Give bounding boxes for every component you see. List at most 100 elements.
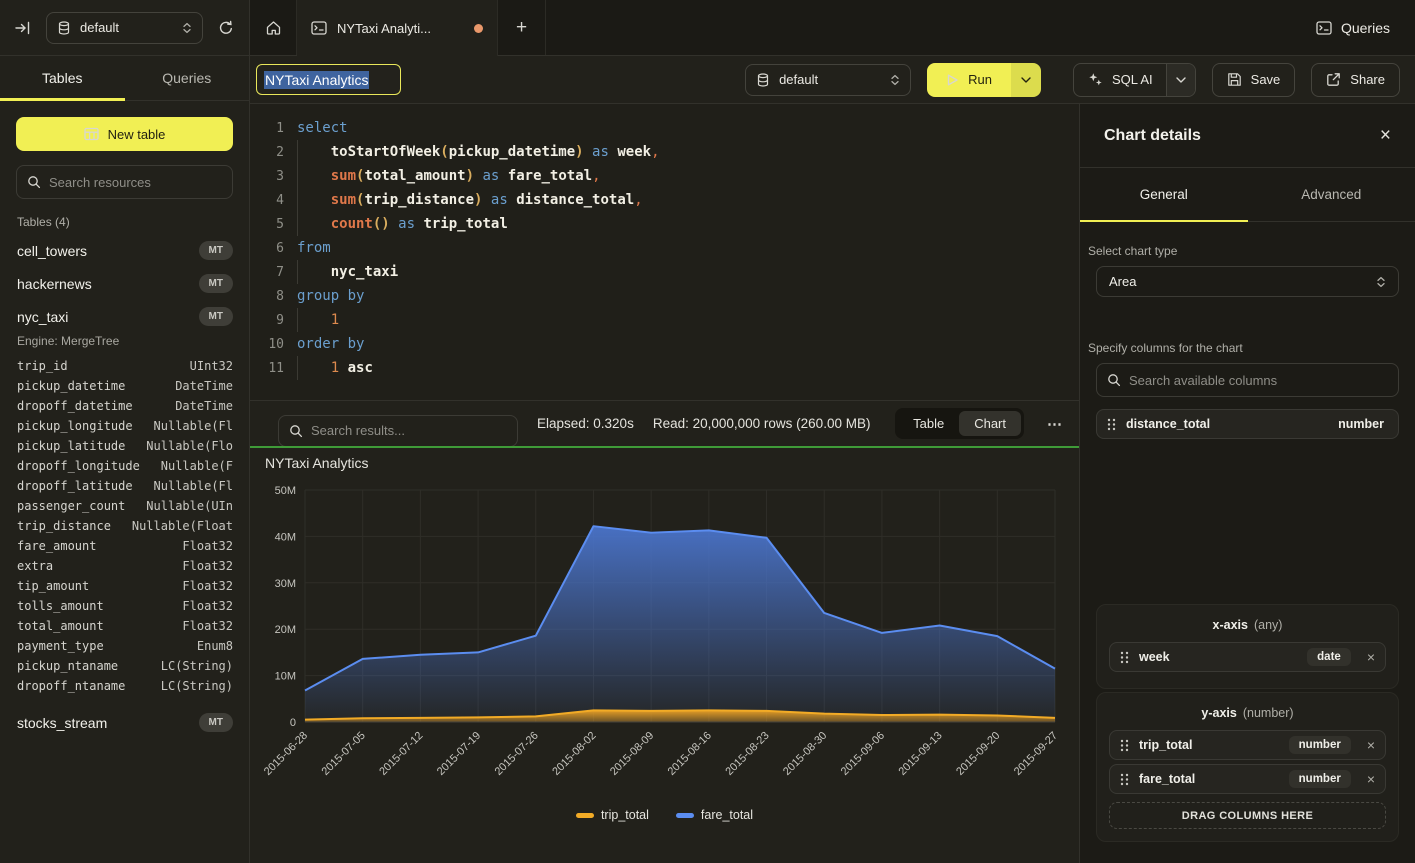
table-row[interactable]: cell_towersMT [17,234,233,267]
code-line[interactable]: 7 nyc_taxi [250,260,1079,284]
code-line[interactable]: 6from [250,236,1079,260]
chart-panel: NYTaxi Analytics 010M20M30M40M50M2015-06… [250,448,1079,863]
column-row[interactable]: trip_idUInt32 [17,356,233,376]
drag-grip-icon [1107,418,1116,431]
column-row[interactable]: dropoff_longitudeNullable(F [17,456,233,476]
sql-ai-button[interactable]: SQL AI [1073,63,1196,97]
code-line[interactable]: 11 1 asc [250,356,1079,380]
column-row[interactable]: pickup_latitude Nullable(Flo [17,436,233,456]
remove-column-icon[interactable]: × [1367,738,1375,752]
sidebar-tab-queries[interactable]: Queries [125,56,250,100]
column-chip[interactable]: weekdate× [1109,642,1386,672]
query-title-input[interactable]: NYTaxi Analytics [256,64,401,95]
share-button[interactable]: Share [1311,63,1400,97]
column-row[interactable]: dropoff_latitudeNullable(Fl [17,476,233,496]
close-icon[interactable]: × [1380,126,1391,145]
database-selector[interactable]: default [46,12,203,44]
drag-columns-dropzone[interactable]: DRAG COLUMNS HERE [1109,802,1386,829]
code-text: sum(trip_distance) as distance_total, [297,192,643,208]
column-row[interactable]: pickup_datetimeDateTime [17,376,233,396]
code-text: group by [297,288,364,304]
resources-search[interactable] [16,165,233,199]
code-line[interactable]: 3 sum(total_amount) as fare_total, [250,164,1079,188]
new-tab-button[interactable]: + [498,0,546,55]
code-line[interactable]: 1select [250,116,1079,140]
legend-item[interactable]: trip_total [576,808,649,822]
column-chip[interactable]: fare_totalnumber× [1109,764,1386,794]
chart-type-value: Area [1109,274,1136,289]
remove-column-icon[interactable]: × [1367,650,1375,664]
tab-home[interactable] [250,0,297,55]
view-table-segment[interactable]: Table [898,411,959,436]
column-row[interactable]: trip_distance Nullable(Float [17,516,233,536]
svg-text:2015-07-05: 2015-07-05 [320,730,368,778]
results-search[interactable] [278,415,518,447]
svg-text:0: 0 [290,717,296,729]
sidebar-tab-tables[interactable]: Tables [0,56,125,100]
column-name: trip_distance [17,519,111,533]
toolbar-database-selector[interactable]: default [745,64,911,96]
code-text: order by [297,336,364,352]
table-row[interactable]: stocks_streamMT [17,706,233,739]
column-name: pickup_datetime [17,379,125,393]
results-search-input[interactable] [311,423,507,438]
code-line[interactable]: 10order by [250,332,1079,356]
remove-column-icon[interactable]: × [1367,772,1375,786]
area-chart[interactable]: 010M20M30M40M50M2015-06-282015-07-052015… [250,476,1079,808]
column-name: pickup_latitude [17,439,125,453]
svg-text:2015-08-02: 2015-08-02 [550,730,598,778]
table-row[interactable]: hackernewsMT [17,267,233,300]
column-row[interactable]: extraFloat32 [17,556,233,576]
tab-advanced[interactable]: Advanced [1248,168,1415,221]
legend-label: trip_total [601,808,649,822]
column-row[interactable]: payment_typeEnum8 [17,636,233,656]
column-row[interactable]: tip_amountFloat32 [17,576,233,596]
column-row[interactable]: tolls_amountFloat32 [17,596,233,616]
column-row[interactable]: dropoff_ntanameLC(String) [17,676,233,696]
line-number: 5 [250,217,284,232]
code-line[interactable]: 2 toStartOfWeek(pickup_datetime) as week… [250,140,1079,164]
resources-search-input[interactable] [49,175,225,190]
column-row[interactable]: dropoff_datetimeDateTime [17,396,233,416]
legend-item[interactable]: fare_total [676,808,753,822]
column-row[interactable]: passenger_countNullable(UIn [17,496,233,516]
view-chart-segment[interactable]: Chart [959,411,1021,436]
chart-type-select[interactable]: Area [1096,266,1399,297]
chart-details-header: Chart details × [1080,104,1415,168]
column-row[interactable]: fare_amountFloat32 [17,536,233,556]
column-chip[interactable]: distance_totalnumber [1096,409,1399,439]
drag-grip-icon [1120,739,1129,752]
refresh-icon[interactable] [218,20,234,36]
column-type: Nullable(F [161,459,233,473]
columns-search-input[interactable] [1129,373,1388,388]
tables-section: Tables (4) cell_towersMThackernewsMTnyc_… [0,199,249,739]
code-line[interactable]: 5 count() as trip_total [250,212,1079,236]
column-type: Nullable(Flo [146,439,233,453]
save-button[interactable]: Save [1212,63,1296,97]
queries-button[interactable]: Queries [1291,0,1415,55]
line-number: 9 [250,313,284,328]
column-row[interactable]: total_amountFloat32 [17,616,233,636]
view-toggle: Table Chart [895,408,1024,439]
run-options-button[interactable] [1011,63,1041,97]
column-row[interactable]: pickup_ntanameLC(String) [17,656,233,676]
new-table-button[interactable]: New table [16,117,233,151]
code-line[interactable]: 9 1 [250,308,1079,332]
code-line[interactable]: 4 sum(trip_distance) as distance_total, [250,188,1079,212]
tables-section-title: Tables (4) [17,215,233,229]
code-text: toStartOfWeek(pickup_datetime) as week, [297,144,660,160]
column-row[interactable]: pickup_longitudeNullable(Fl [17,416,233,436]
tab-query-nytaxi[interactable]: NYTaxi Analyti... [297,0,498,56]
column-chip[interactable]: trip_totalnumber× [1109,730,1386,760]
column-type: Nullable(Float [132,519,233,533]
more-options-icon[interactable]: ⋯ [1043,415,1067,433]
sql-editor[interactable]: 1select2 toStartOfWeek(pickup_datetime) … [250,104,1079,400]
sql-ai-options-button[interactable] [1166,64,1195,96]
table-row[interactable]: nyc_taxiMT [17,300,233,333]
tab-general[interactable]: General [1080,168,1248,221]
code-line[interactable]: 8group by [250,284,1079,308]
run-button[interactable]: Run [927,63,1011,97]
sparkle-icon [1088,72,1103,87]
columns-search[interactable] [1096,363,1399,397]
collapse-sidebar-icon[interactable] [15,21,31,35]
